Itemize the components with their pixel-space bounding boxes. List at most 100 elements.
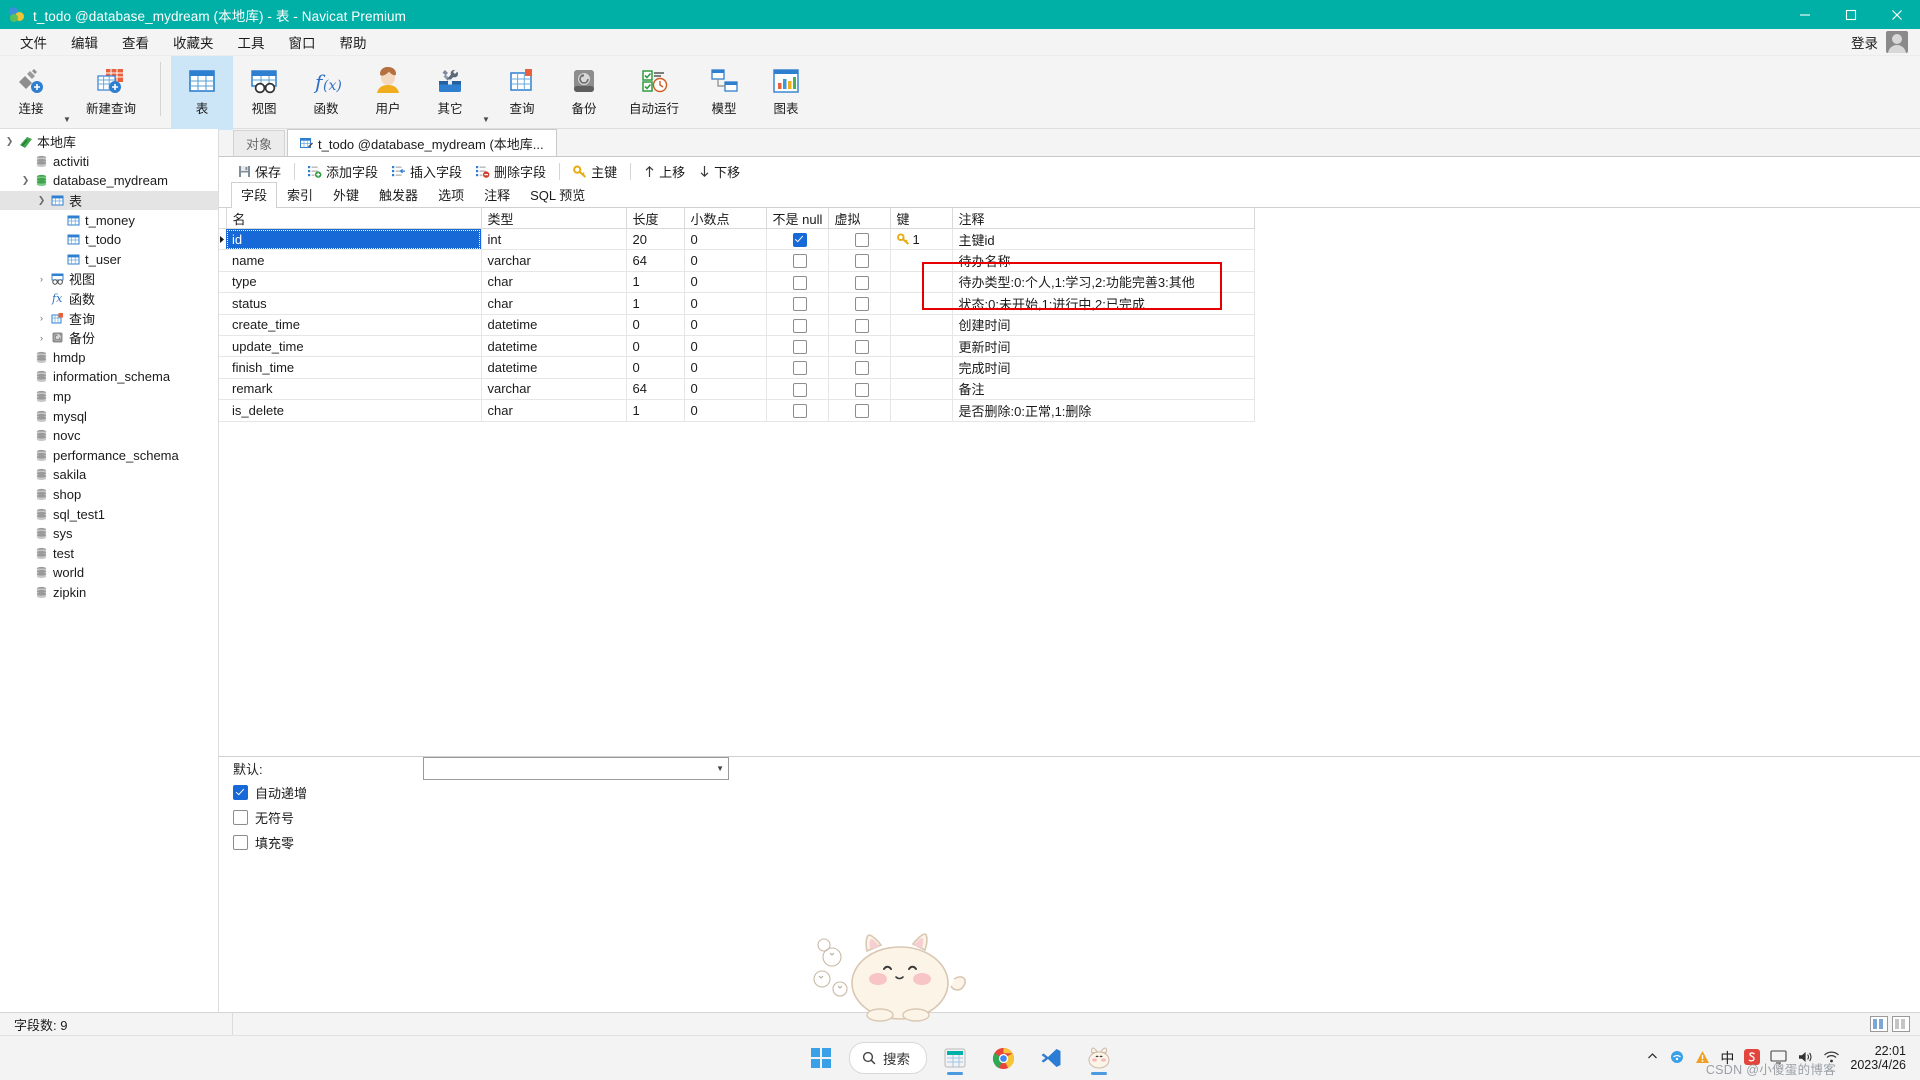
cell-decimals[interactable]: 0	[684, 378, 767, 401]
cell-decimals[interactable]: 0	[684, 228, 767, 251]
virtual-checkbox[interactable]	[855, 318, 869, 333]
taskbar-clock[interactable]: 22:01 2023/4/26	[1850, 1044, 1906, 1072]
subtab-foreign-keys[interactable]: 外键	[323, 182, 369, 207]
menu-view[interactable]: 查看	[110, 29, 161, 55]
auto-increment-row[interactable]: 自动递增	[219, 780, 1920, 805]
cell-name[interactable]: update_time	[226, 335, 482, 358]
cell-virtual[interactable]	[828, 378, 891, 401]
tree-item-t_money[interactable]: t_money	[0, 210, 218, 230]
login-link[interactable]: 登录	[1851, 32, 1878, 52]
auto-increment-checkbox[interactable]	[233, 785, 248, 800]
subtab-triggers[interactable]: 触发器	[369, 182, 428, 207]
tree-item-functions-folder[interactable]: fx 函数	[0, 289, 218, 309]
cell-virtual[interactable]	[828, 271, 891, 294]
subtab-sql-preview[interactable]: SQL 预览	[520, 182, 595, 207]
taskbar-app-chrome[interactable]	[983, 1040, 1023, 1076]
col-header-notnull[interactable]: 不是 null	[766, 208, 829, 229]
chevron-right-icon[interactable]: ›	[34, 333, 49, 343]
insert-field-button[interactable]: 插入字段	[385, 160, 469, 182]
default-value-dropdown[interactable]: ▼	[423, 757, 729, 780]
table-row[interactable]: name varchar 64 0 待办名称	[219, 249, 1255, 272]
cell-length[interactable]: 1	[626, 292, 685, 315]
toolbar-view[interactable]: 视图	[233, 56, 295, 130]
cell-length[interactable]: 1	[626, 271, 685, 294]
toolbar-query[interactable]: 查询	[491, 56, 553, 130]
cell-name[interactable]: type	[226, 271, 482, 294]
cell-length[interactable]: 0	[626, 356, 685, 379]
chevron-down-icon[interactable]: ❯	[2, 136, 17, 147]
unsigned-row[interactable]: 无符号	[219, 805, 1920, 830]
cell-comment[interactable]: 主键id	[952, 228, 1255, 251]
chevron-up-icon[interactable]	[1646, 1050, 1659, 1066]
toolbar-automation[interactable]: 自动运行	[615, 56, 693, 130]
toolbar-other[interactable]: 其它	[419, 56, 481, 130]
taskbar-search[interactable]: 搜索	[849, 1042, 927, 1074]
cell-type[interactable]: datetime	[481, 314, 627, 336]
col-header-name[interactable]: 名	[226, 208, 482, 229]
chevron-down-icon[interactable]: ❯	[34, 195, 49, 206]
cell-name[interactable]: remark	[226, 378, 482, 401]
subtab-options[interactable]: 选项	[428, 182, 474, 207]
tree-item-connection[interactable]: ❯ 本地库	[0, 132, 218, 152]
subtab-comment[interactable]: 注释	[474, 182, 520, 207]
virtual-checkbox[interactable]	[855, 297, 869, 312]
virtual-checkbox[interactable]	[855, 254, 869, 269]
toolbar-table[interactable]: 表	[171, 56, 233, 130]
tree-item-information_schema[interactable]: information_schema	[0, 367, 218, 387]
cell-comment[interactable]: 状态:0:未开始,1:进行中,2:已完成	[952, 292, 1255, 315]
notnull-checkbox[interactable]	[793, 361, 807, 376]
chevron-down-icon[interactable]: ❯	[18, 175, 33, 186]
cell-virtual[interactable]	[828, 228, 891, 251]
virtual-checkbox[interactable]	[855, 382, 869, 397]
col-header-virtual[interactable]: 虚拟	[828, 208, 891, 229]
virtual-checkbox[interactable]	[855, 232, 869, 247]
tree-item-sakila[interactable]: sakila	[0, 465, 218, 485]
cell-virtual[interactable]	[828, 335, 891, 358]
menu-favorites[interactable]: 收藏夹	[161, 29, 226, 55]
taskbar-app-navicat[interactable]	[935, 1040, 975, 1076]
table-row[interactable]: update_time datetime 0 0 更新时间	[219, 335, 1255, 358]
cell-name[interactable]: status	[226, 292, 482, 315]
cell-comment[interactable]: 备注	[952, 378, 1255, 401]
zerofill-row[interactable]: 填充零	[219, 830, 1920, 855]
col-header-comment[interactable]: 注释	[952, 208, 1255, 229]
cell-key[interactable]	[890, 356, 953, 379]
cell-type[interactable]: varchar	[481, 249, 627, 272]
tree-item-world[interactable]: world	[0, 563, 218, 583]
notnull-checkbox[interactable]	[793, 382, 807, 397]
tree-item-queries-folder[interactable]: › 查询	[0, 308, 218, 328]
cell-type[interactable]: char	[481, 399, 627, 422]
tree-item-sys[interactable]: sys	[0, 524, 218, 544]
table-row[interactable]: create_time datetime 0 0 创建时间	[219, 314, 1255, 336]
toolbar-connection[interactable]: 连接	[0, 56, 62, 130]
cell-type[interactable]: char	[481, 292, 627, 315]
virtual-checkbox[interactable]	[855, 275, 869, 290]
table-row[interactable]: finish_time datetime 0 0 完成时间	[219, 356, 1255, 379]
tree-item-novc[interactable]: novc	[0, 426, 218, 446]
zerofill-checkbox[interactable]	[233, 835, 248, 850]
cell-decimals[interactable]: 0	[684, 399, 767, 422]
cell-key[interactable]	[890, 249, 953, 272]
cell-comment[interactable]: 创建时间	[952, 314, 1255, 336]
cell-comment[interactable]: 待办类型:0:个人,1:学习,2:功能完善3:其他	[952, 271, 1255, 294]
cell-length[interactable]: 1	[626, 399, 685, 422]
subtab-fields[interactable]: 字段	[231, 182, 278, 208]
cell-comment[interactable]: 是否删除:0:正常,1:删除	[952, 399, 1255, 422]
cell-name[interactable]: id	[226, 228, 482, 251]
col-header-type[interactable]: 类型	[481, 208, 627, 229]
cell-length[interactable]: 0	[626, 335, 685, 358]
menu-tools[interactable]: 工具	[226, 29, 277, 55]
toolbar-model[interactable]: 模型	[693, 56, 755, 130]
cell-length[interactable]: 64	[626, 378, 685, 401]
cell-type[interactable]: datetime	[481, 356, 627, 379]
save-button[interactable]: 保存	[231, 160, 288, 182]
tree-item-activiti[interactable]: activiti	[0, 152, 218, 172]
cell-key[interactable]	[890, 399, 953, 422]
cell-name[interactable]: is_delete	[226, 399, 482, 422]
table-row[interactable]: status char 1 0 状态:0:未开始,1:进行中,2:已完成	[219, 292, 1255, 315]
cell-comment[interactable]: 完成时间	[952, 356, 1255, 379]
cell-decimals[interactable]: 0	[684, 356, 767, 379]
fields-grid-container[interactable]: 名 类型 长度 小数点 不是 null 虚拟 键 注释 id int 20 0 …	[219, 208, 1920, 756]
tree-item-zipkin[interactable]: zipkin	[0, 583, 218, 603]
toolbar-new-query[interactable]: 新建查询	[72, 56, 150, 130]
